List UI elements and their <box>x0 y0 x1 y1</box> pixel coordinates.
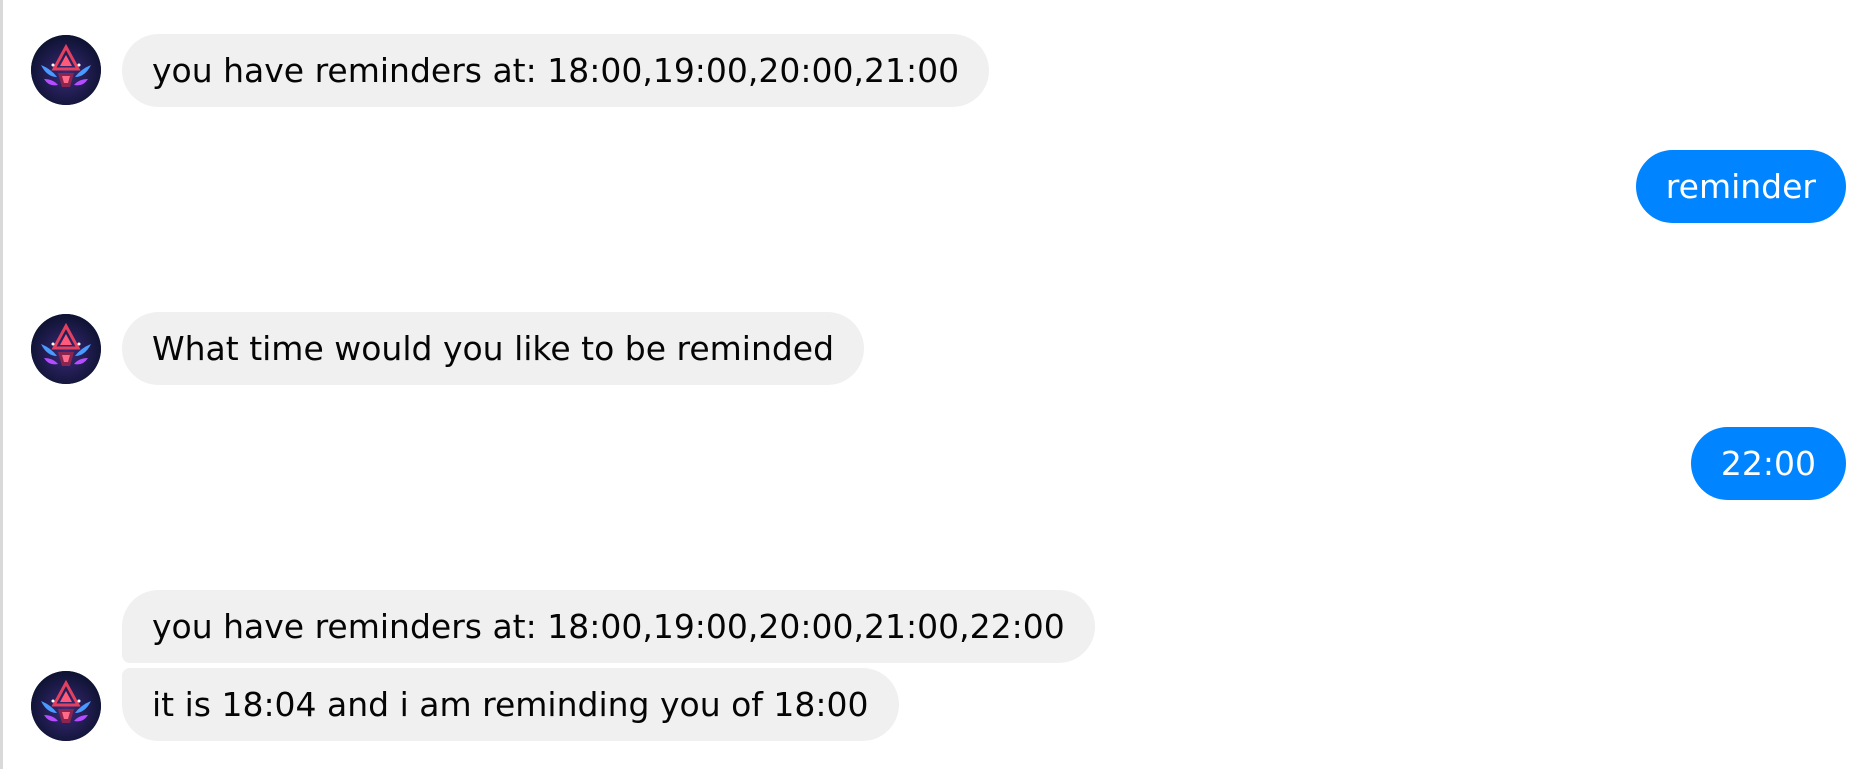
bot-avatar-icon[interactable] <box>31 671 101 741</box>
bot-message-bubble: it is 18:04 and i am reminding you of 18… <box>122 668 899 741</box>
bot-message-bubble: What time would you like to be reminded <box>122 312 865 385</box>
bot-avatar-icon[interactable] <box>31 314 101 384</box>
bot-avatar-icon[interactable] <box>31 35 101 105</box>
user-message-bubble: 22:00 <box>1690 427 1846 500</box>
bot-message-bubble: you have reminders at: 18:00,19:00,20:00… <box>122 590 1095 663</box>
chat-panel-border <box>0 0 3 769</box>
bot-message-bubble: you have reminders at: 18:00,19:00,20:00… <box>122 34 990 107</box>
user-message-bubble: reminder <box>1635 150 1846 223</box>
